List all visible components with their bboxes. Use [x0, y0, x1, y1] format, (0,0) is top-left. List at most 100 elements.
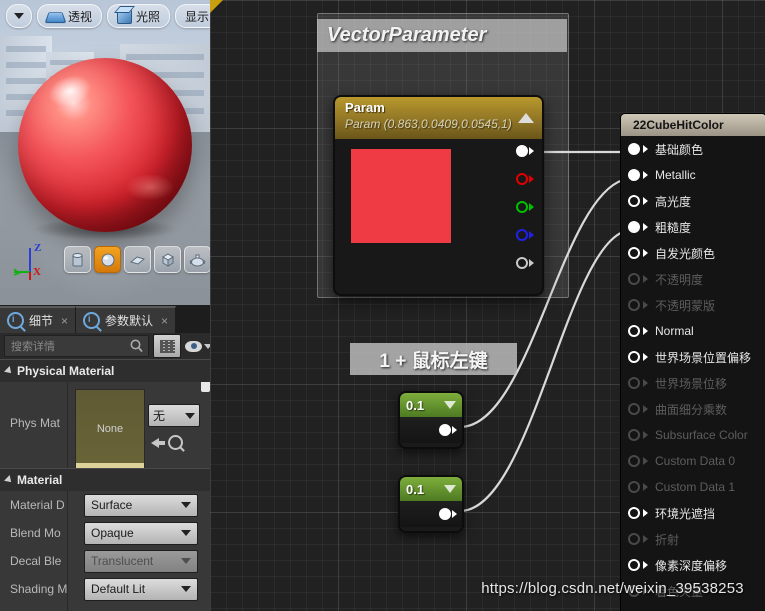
pin-arrow-icon	[643, 223, 648, 231]
pin-dot-icon[interactable]	[628, 559, 640, 571]
comment-box-title[interactable]: VectorParameter	[317, 19, 567, 52]
b-output-pin[interactable]	[516, 229, 534, 241]
decal-blend-mode-combo: Translucent	[84, 549, 198, 573]
param-node-header[interactable]: Param Param (0.863,0.0409,0.0545,1)	[335, 97, 542, 139]
specular-highlight	[44, 69, 96, 113]
search-params-icon: i	[83, 312, 101, 329]
material-input-row[interactable]: 曲面细分乘数	[621, 396, 765, 422]
material-input-label: 高光度	[655, 194, 692, 209]
material-input-label: Custom Data 0	[655, 454, 736, 468]
pin-dot-icon[interactable]	[628, 221, 640, 233]
material-input-row[interactable]: 世界场景位移	[621, 370, 765, 396]
pin-dot-icon[interactable]	[628, 247, 640, 259]
phys-material-combo-value: 无	[153, 409, 166, 423]
pin-dot-icon[interactable]	[628, 455, 640, 467]
a-output-pin[interactable]	[516, 257, 534, 269]
pin-dot-icon[interactable]	[628, 351, 640, 363]
material-input-row[interactable]: 自发光颜色	[621, 240, 765, 266]
material-input-row[interactable]: 世界场景位置偏移	[621, 344, 765, 370]
search-input[interactable]: 搜索详情	[4, 335, 149, 357]
tab-details-close-icon[interactable]: ×	[61, 314, 68, 328]
material-output-node-title[interactable]: 22CubeHitColor	[621, 114, 765, 136]
cylinder-preview-button[interactable]	[64, 246, 91, 273]
pin-dot-icon[interactable]	[628, 377, 640, 389]
material-input-row[interactable]: 折射	[621, 526, 765, 552]
pin-dot-icon[interactable]	[628, 533, 640, 545]
material-input-row[interactable]: Normal	[621, 318, 765, 344]
perspective-button[interactable]: 透视	[37, 4, 103, 28]
scalar-output-pin[interactable]	[439, 508, 451, 520]
tab-details-label: 细节	[29, 314, 54, 328]
section-header-physical-material[interactable]: Physical Material	[0, 359, 210, 382]
pin-dot-icon[interactable]	[628, 481, 640, 493]
teapot-preview-button[interactable]	[184, 246, 210, 273]
scalar-output-pin[interactable]	[439, 424, 451, 436]
pin-dot-icon[interactable]	[628, 273, 640, 285]
material-input-label: 基础颜色	[655, 142, 704, 157]
view-options-button[interactable]	[6, 4, 32, 28]
scalar-node-2-value: 0.1	[406, 481, 425, 497]
vector-parameter-node[interactable]: Param Param (0.863,0.0409,0.0545,1)	[333, 95, 544, 296]
browse-icon[interactable]	[168, 435, 183, 450]
phys-material-thumbnail[interactable]: None	[75, 389, 145, 469]
material-input-label: 折射	[655, 532, 680, 547]
material-input-row[interactable]: Custom Data 1	[621, 474, 765, 500]
axis-label-x: X	[33, 266, 41, 278]
material-preview-viewport[interactable]: 透视 光照 显示 Z X	[0, 0, 210, 305]
show-button[interactable]: 显示	[175, 4, 210, 28]
lighting-button[interactable]: 光照	[107, 4, 171, 28]
material-input-row[interactable]: 不透明蒙版	[621, 292, 765, 318]
triangle-down-icon[interactable]	[444, 485, 456, 493]
material-input-row[interactable]: 粗糙度	[621, 214, 765, 240]
pin-dot-icon[interactable]	[628, 429, 640, 441]
shading-model-combo[interactable]: Default Lit	[84, 577, 198, 601]
preview-sphere-mesh[interactable]	[18, 58, 192, 232]
magnifier-icon	[130, 339, 143, 356]
tab-parameter-defaults-close-icon[interactable]: ×	[161, 314, 168, 328]
pin-dot-icon[interactable]	[628, 195, 640, 207]
back-arrow-icon[interactable]	[151, 437, 165, 448]
material-domain-row: Material D Surface	[0, 491, 210, 519]
pin-dot-icon[interactable]	[628, 299, 640, 311]
section-header-material[interactable]: Material	[0, 468, 210, 491]
scalar-node-2[interactable]: 0.1	[398, 475, 464, 533]
param-color-swatch[interactable]	[351, 149, 451, 243]
tab-parameter-defaults[interactable]: i 参数默认 ×	[76, 306, 177, 333]
material-graph-canvas[interactable]: VectorParameter Param Param (0.863,0.040…	[210, 0, 765, 611]
scalar-node-1-header[interactable]: 0.1	[400, 393, 462, 417]
material-input-row[interactable]: 高光度	[621, 188, 765, 214]
material-input-row[interactable]: 不透明度	[621, 266, 765, 292]
material-output-node[interactable]: 22CubeHitColor 基础颜色 Metallic 高光度 粗糙度 自发光颜色 不透…	[620, 113, 765, 611]
material-domain-combo[interactable]: Surface	[84, 493, 198, 517]
material-input-row[interactable]: Subsurface Color	[621, 422, 765, 448]
g-output-pin[interactable]	[516, 201, 534, 213]
pin-dot-icon[interactable]	[628, 143, 640, 155]
pin-dot-icon[interactable]	[628, 507, 640, 519]
shading-model-value: Default Lit	[91, 582, 146, 596]
scalar-node-1[interactable]: 0.1	[398, 391, 464, 449]
phys-material-combo[interactable]: 无	[148, 404, 200, 427]
triangle-down-icon[interactable]	[444, 401, 456, 409]
grid-view-button[interactable]	[153, 334, 181, 358]
shading-model-row: Shading M Default Lit	[0, 575, 210, 603]
scalar-node-2-header[interactable]: 0.1	[400, 477, 462, 501]
material-input-row[interactable]: 基础颜色	[621, 136, 765, 162]
material-input-list: 基础颜色 Metallic 高光度 粗糙度 自发光颜色 不透明度 不透明蒙版 Normal 世界…	[621, 136, 765, 604]
material-input-row[interactable]: 环境光遮挡	[621, 500, 765, 526]
material-input-label: 环境光遮挡	[655, 506, 716, 521]
pin-dot-icon[interactable]	[628, 169, 640, 181]
plane-preview-button[interactable]	[124, 246, 151, 273]
blend-mode-value: Opaque	[91, 526, 134, 540]
blend-mode-combo[interactable]: Opaque	[84, 521, 198, 545]
material-input-row[interactable]: Custom Data 0	[621, 448, 765, 474]
tab-details[interactable]: i 细节 ×	[0, 306, 77, 333]
material-input-row[interactable]: 像素深度偏移	[621, 552, 765, 578]
triangle-up-icon[interactable]	[518, 113, 534, 123]
pin-dot-icon[interactable]	[628, 403, 640, 415]
r-output-pin[interactable]	[516, 173, 534, 185]
material-input-row[interactable]: Metallic	[621, 162, 765, 188]
pin-dot-icon[interactable]	[628, 325, 640, 337]
sphere-preview-button[interactable]	[94, 246, 121, 273]
cube-preview-button[interactable]	[154, 246, 181, 273]
rgb-output-pin[interactable]	[516, 145, 534, 157]
